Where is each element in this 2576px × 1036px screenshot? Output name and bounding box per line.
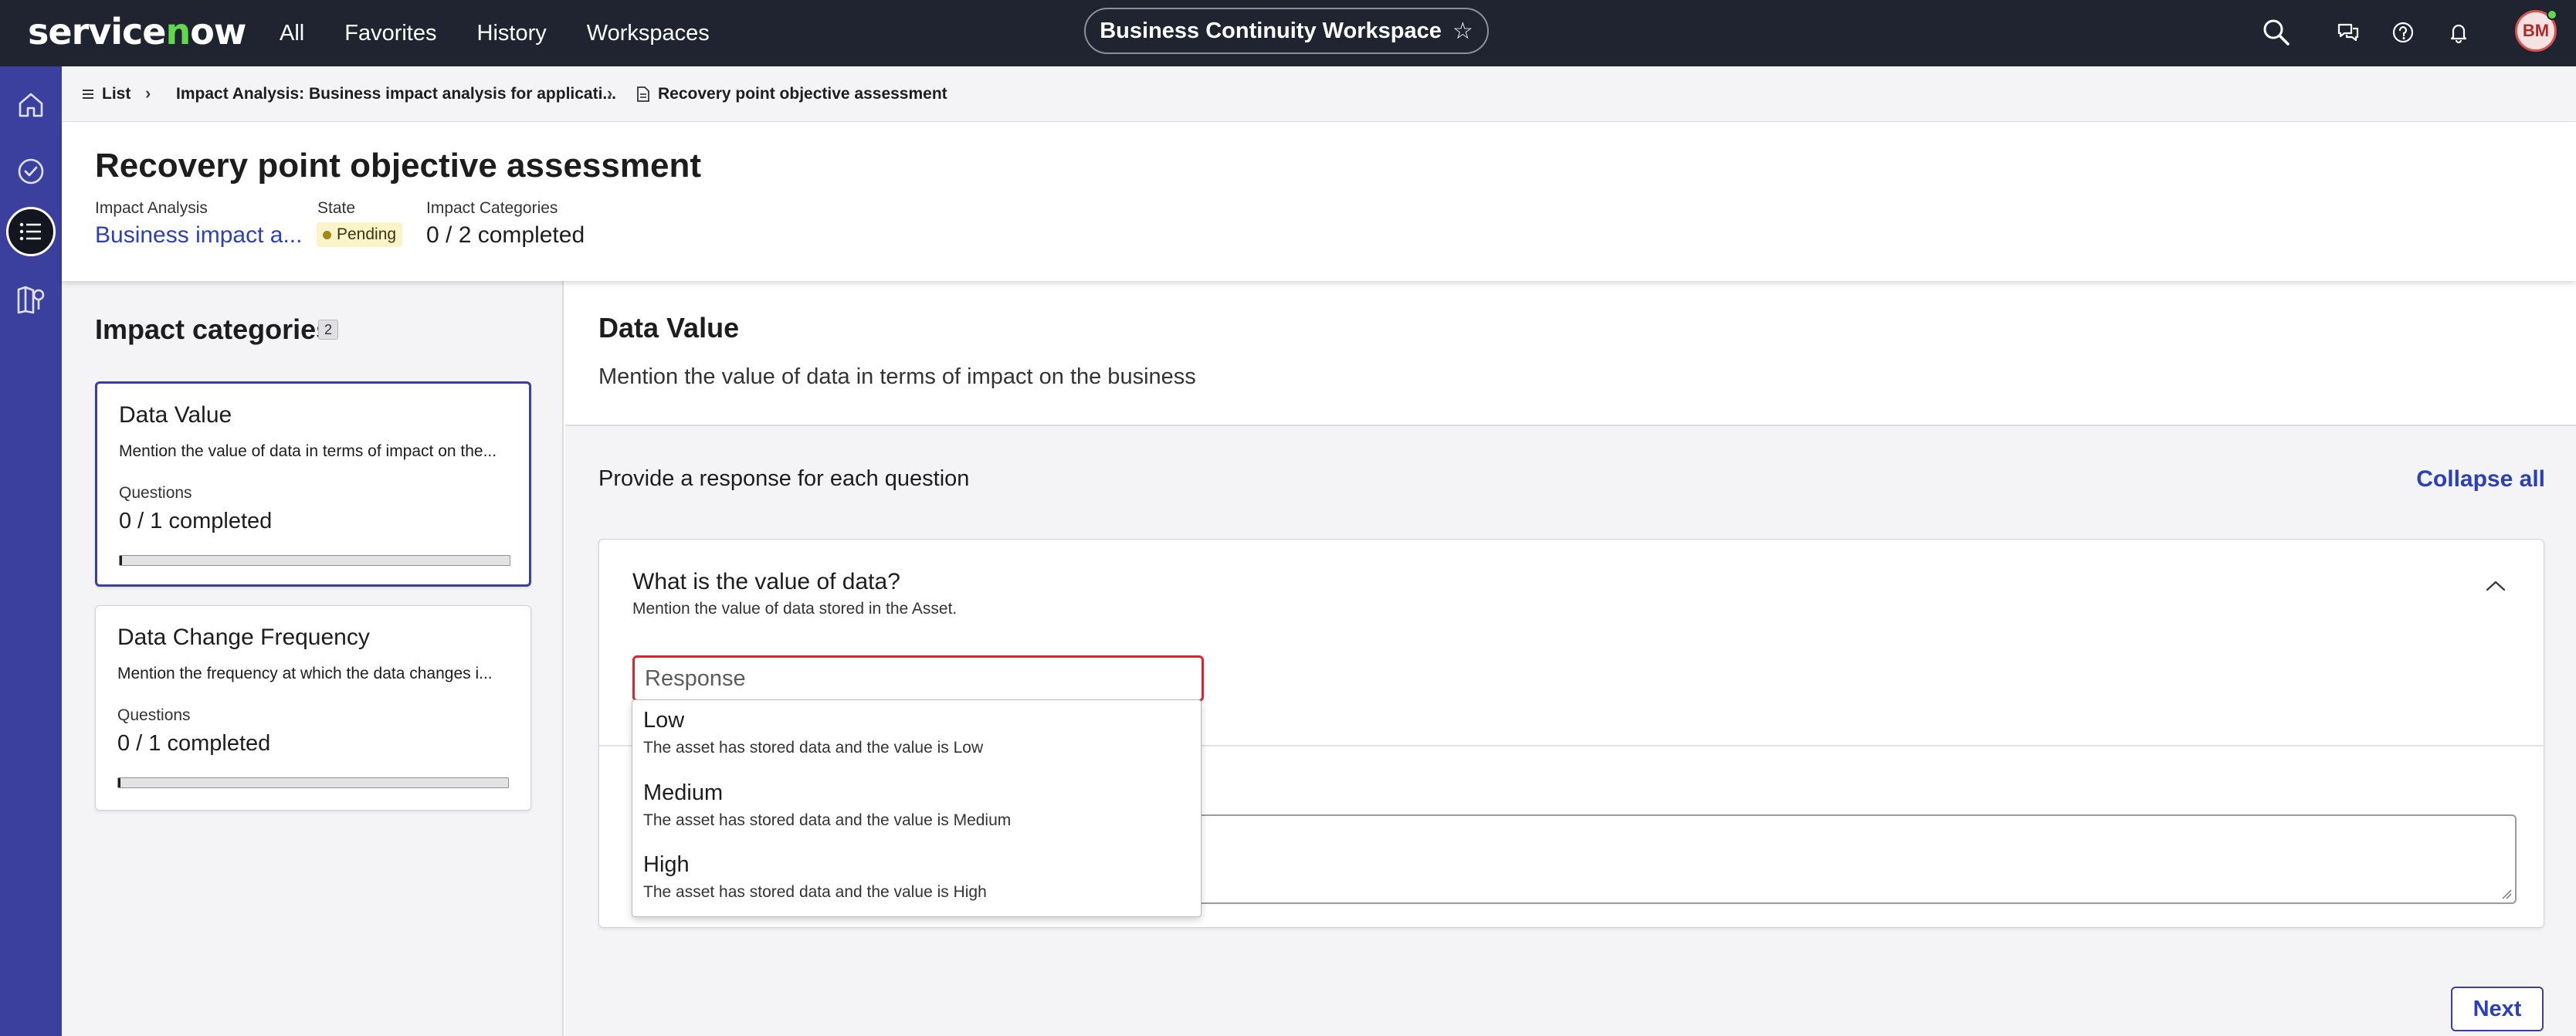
dropdown-option-low[interactable]: Low The asset has stored data and the va… [632,700,1201,771]
next-button[interactable]: Next [2451,987,2544,1031]
collapse-all-link[interactable]: Collapse all [2416,466,2545,493]
impact-categories-panel: Impact categories 2 Data Value Mention t… [62,281,564,1036]
impact-categories-count-badge: 2 [318,320,338,340]
progress-fill [118,778,120,787]
record-header: Recovery point objective assessment Impa… [62,122,2576,281]
servicenow-logo[interactable]: servicenow [28,11,246,52]
section-title: Data Value [598,312,740,344]
help-icon[interactable] [2384,14,2422,51]
nav-history[interactable]: History [477,21,547,46]
nav-workspaces[interactable]: Workspaces [587,21,710,46]
questions-label: Questions [117,706,191,724]
section-header: Data Value Mention the value of data in … [565,281,2576,426]
questions-label: Questions [119,484,192,502]
status-badge-label: Pending [337,225,397,243]
chevron-right-icon: › [145,83,151,103]
category-description: Mention the frequency at which the data … [117,665,493,682]
chevron-right-icon: › [607,83,613,103]
left-sidebar-rail [0,66,62,1036]
top-navigation-bar: servicenow All Favorites History Workspa… [0,0,2576,66]
response-dropdown: Low The asset has stored data and the va… [632,699,1202,917]
home-icon[interactable] [6,80,56,130]
questions-value: 0 / 1 completed [117,731,271,756]
breadcrumb-parent[interactable]: Impact Analysis: Business impact analysi… [176,85,616,103]
pending-dot-icon [323,230,331,239]
category-description: Mention the value of data in terms of im… [119,442,497,460]
assessment-panel: Data Value Mention the value of data in … [565,281,2576,1036]
resize-grip-icon[interactable] [2501,889,2512,899]
list-small-icon [83,90,93,99]
instructions-text: Provide a response for each question [598,466,970,491]
star-icon[interactable]: ☆ [1452,18,1473,45]
status-badge: Pending [317,222,403,247]
option-label: Medium [643,780,724,805]
list-icon[interactable] [6,207,56,256]
section-description: Mention the value of data in terms of im… [598,364,1196,389]
breadcrumb-list[interactable]: List [82,85,130,103]
presence-status-dot [2547,9,2557,20]
impact-analysis-link[interactable]: Business impact a... [95,222,302,249]
category-progress-bar [119,555,510,566]
document-icon [637,86,649,102]
response-input[interactable] [632,655,1204,702]
option-description: The asset has stored data and the value … [643,883,987,901]
breadcrumb-parent-label: Impact Analysis: Business impact analysi… [176,85,616,103]
option-label: High [643,852,690,877]
option-label: Low [643,708,685,733]
impact-categories-label: Impact Categories [426,199,558,217]
breadcrumb-current: Recovery point objective assessment [636,85,947,103]
question-help-text: Mention the value of data stored in the … [632,600,958,618]
question-title: What is the value of data? [632,569,900,594]
map-icon[interactable] [6,275,56,324]
impact-categories-value: 0 / 2 completed [426,222,585,248]
nav-all[interactable]: All [280,21,304,46]
nav-favorites[interactable]: Favorites [344,21,436,46]
chat-icon[interactable] [2330,14,2367,51]
category-card-data-change-frequency[interactable]: Data Change Frequency Mention the freque… [95,605,531,811]
search-icon[interactable] [2258,14,2295,51]
chevron-up-icon[interactable] [2485,580,2507,596]
option-description: The asset has stored data and the value … [643,739,984,757]
impact-categories-title: Impact categories [95,313,332,345]
page-title: Recovery point objective assessment [95,147,701,185]
dropdown-option-high[interactable]: High The asset has stored data and the v… [632,845,1201,916]
state-label: State [317,199,356,217]
progress-fill [120,556,122,565]
notifications-bell-icon[interactable] [2440,14,2477,51]
category-progress-bar [117,777,509,788]
dropdown-option-medium[interactable]: Medium The asset has stored data and the… [632,773,1201,844]
category-card-data-value[interactable]: Data Value Mention the value of data in … [95,381,531,587]
category-title: Data Change Frequency [117,625,370,650]
option-description: The asset has stored data and the value … [643,811,1012,829]
category-title: Data Value [119,402,232,428]
check-circle-icon[interactable] [6,147,56,196]
main-nav: All Favorites History Workspaces [280,0,710,66]
workspace-name: Business Continuity Workspace [1100,18,1442,43]
breadcrumb-list-label: List [102,85,131,103]
breadcrumb-current-label: Recovery point objective assessment [658,85,947,103]
impact-analysis-label: Impact Analysis [95,199,208,217]
questions-value: 0 / 1 completed [119,509,273,533]
breadcrumb: List › Impact Analysis: Business impact … [62,66,2576,122]
workspace-pill[interactable]: Business Continuity Workspace ☆ [1084,8,1489,54]
